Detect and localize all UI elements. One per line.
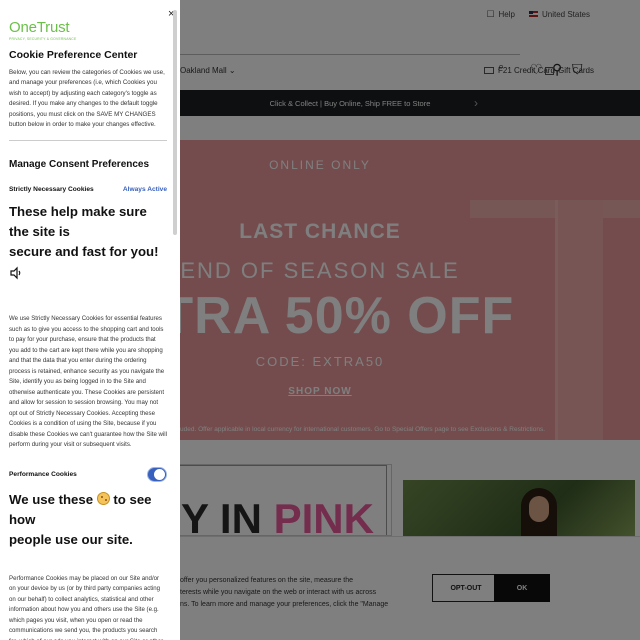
speaker-icon — [10, 266, 21, 280]
manage-consent-heading: Manage Consent Preferences — [9, 159, 150, 171]
performance-headline-line1-wrap: We use these to see how — [9, 490, 167, 530]
cookie-preference-center: × OneTrust PRIVACY, SECURITY & GOVERNANC… — [0, 0, 180, 640]
performance-headline-line2: people use our site. — [9, 531, 133, 547]
strict-category-row[interactable]: Strictly Necessary Cookies Always Active — [9, 186, 167, 193]
strict-headline-line2-wrap: secure and fast for you! — [9, 242, 167, 282]
strict-category-name: Strictly Necessary Cookies — [9, 186, 94, 194]
scrollbar-thumb[interactable] — [173, 10, 177, 235]
performance-toggle[interactable] — [147, 466, 167, 482]
strict-headline-line1: These help make sure the site is — [9, 204, 147, 240]
performance-description: Performance Cookies may be placed on our… — [9, 574, 163, 640]
divider — [9, 140, 167, 142]
performance-headline: We use these to see how people use our s… — [9, 490, 167, 550]
always-active-badge: Always Active — [122, 186, 167, 194]
onetrust-logo: OneTrust — [9, 19, 70, 36]
preference-content: OneTrust PRIVACY, SECURITY & GOVERNANCE … — [9, 20, 167, 640]
strict-description: We use Strictly Necessary Cookies for es… — [9, 315, 168, 449]
onetrust-tagline: PRIVACY, SECURITY & GOVERNANCE — [9, 37, 77, 41]
performance-headline-part1: We use these — [9, 491, 94, 507]
strict-headline-line2: secure and fast for you! — [9, 244, 159, 260]
cookie-icon — [96, 491, 110, 505]
preference-center-description: Below, you can review the categories of … — [9, 69, 165, 129]
preference-center-title: Cookie Preference Center — [9, 49, 138, 61]
strict-headline: These help make sure the site is secure … — [9, 202, 167, 282]
performance-category-row[interactable]: Performance Cookies — [9, 466, 167, 482]
performance-category-name: Performance Cookies — [9, 470, 77, 478]
